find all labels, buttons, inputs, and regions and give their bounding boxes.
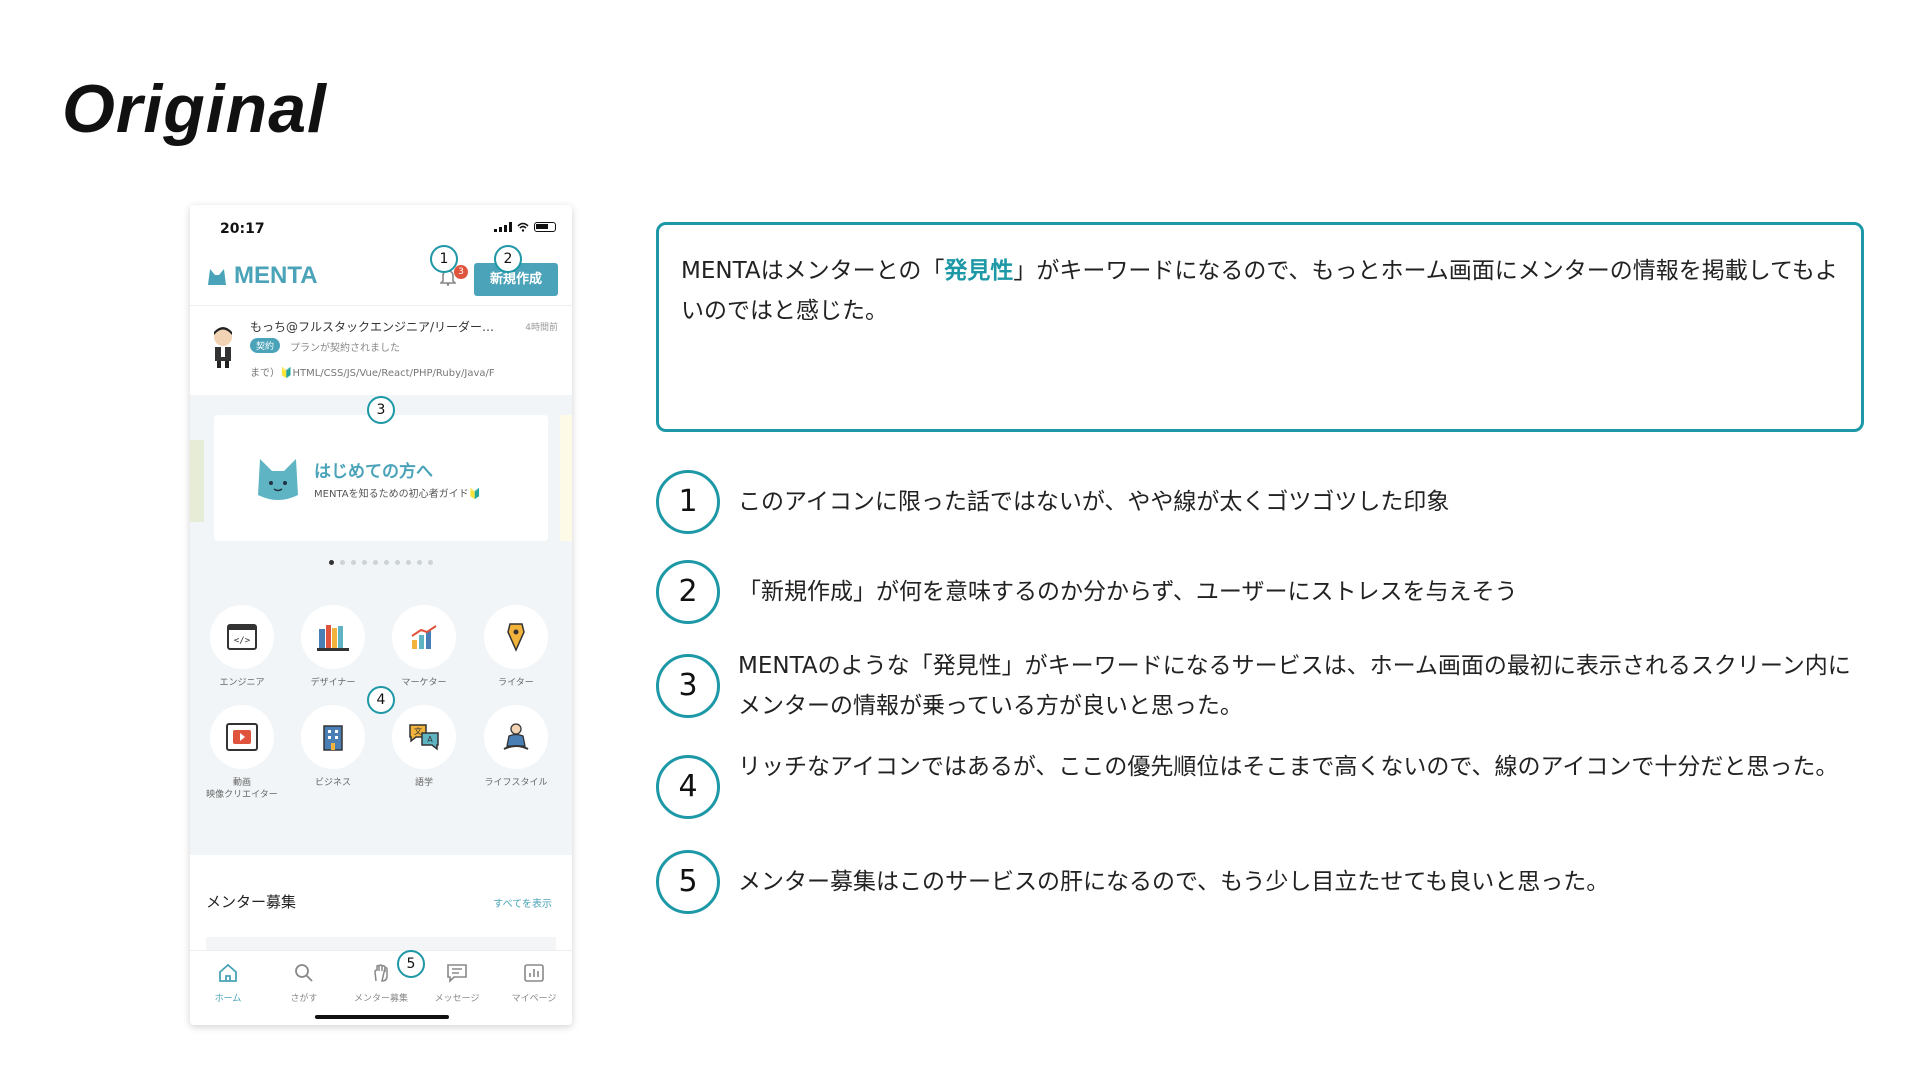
status-icons	[494, 222, 556, 232]
category-label: ビジネス	[314, 778, 351, 788]
tab-home[interactable]: ホーム	[190, 963, 266, 1004]
point-number: 4	[656, 755, 720, 819]
marker-4: 4	[367, 686, 395, 714]
svg-text:A: A	[427, 735, 433, 744]
marker-2: 2	[494, 245, 522, 273]
message-icon	[447, 964, 467, 983]
tab-message[interactable]: メッセージ	[419, 963, 495, 1004]
banner-title: はじめての方へ	[314, 462, 433, 482]
phone-screenshot: 20:17 MENTA 3 新規作成 もっち@フルスタックエンジニア/リーダー…	[190, 205, 572, 1025]
category-label: ライフスタイル	[484, 778, 548, 788]
status-bar: 20:17	[190, 205, 572, 245]
tab-search[interactable]: さがす	[266, 963, 342, 1004]
marker-5: 5	[397, 950, 425, 978]
point-text: メンター募集はこのサービスの肝になるので、もう少し目立たせても良いと思った。	[738, 869, 1610, 895]
building-icon	[323, 725, 343, 751]
notice-sender: もっち@フルスタックエンジニア/リーダー…	[250, 320, 495, 334]
point-text: MENTAのような「発見性」がキーワードになるサービスは、ホーム画面の最初に表示…	[738, 653, 1851, 719]
category-label: ライター	[498, 678, 534, 688]
wifi-icon	[517, 222, 529, 232]
category-designer[interactable]: デザイナー	[288, 605, 378, 689]
language-icon: 文A	[409, 724, 439, 751]
chart-icon	[524, 964, 544, 982]
category-language[interactable]: 文A 語学	[379, 705, 469, 789]
category-label: 動画 映像クリエイター	[206, 778, 278, 800]
category-label: マーケター	[401, 678, 447, 688]
category-lifestyle[interactable]: ライフスタイル	[471, 705, 561, 789]
tab-label: ホーム	[214, 994, 242, 1004]
slide-heading: Original	[62, 71, 327, 147]
contract-badge: 契約	[250, 338, 281, 353]
beginner-guide-banner[interactable]: はじめての方へ MENTAを知るための初心者ガイド🔰	[214, 415, 548, 541]
notification-badge: 3	[454, 265, 468, 279]
mentor-recruit-section: メンター募集 すべてを表示	[190, 855, 572, 955]
banner-prev-peek[interactable]	[190, 440, 204, 522]
home-indicator	[315, 1015, 449, 1019]
slide: Original 20:17 MENTA 3 新規作成 もっち@フルスタックエン…	[0, 0, 1920, 1080]
category-marketer[interactable]: マーケター	[379, 605, 469, 689]
svg-text:文: 文	[414, 726, 422, 736]
meditation-icon	[503, 723, 529, 750]
tab-label: メッセージ	[434, 994, 480, 1004]
point-number: 2	[656, 560, 720, 624]
point-text: 「新規作成」が何を意味するのか分からず、ユーザーにストレスを与えそう	[738, 579, 1518, 605]
category-label: エンジニア	[219, 678, 265, 688]
marker-1: 1	[430, 245, 458, 273]
video-icon	[226, 723, 258, 751]
logo-text: MENTA	[234, 262, 318, 289]
banner-subtitle: MENTAを知るための初心者ガイド🔰	[314, 489, 482, 500]
section-title: メンター募集	[206, 893, 297, 911]
point-number: 5	[656, 850, 720, 914]
point-number: 3	[656, 654, 720, 718]
marker-3: 3	[367, 396, 395, 424]
category-business[interactable]: ビジネス	[288, 705, 378, 789]
summary-box: MENTAはメンターとの「発見性」がキーワードになるので、もっとホーム画面にメン…	[656, 222, 1864, 432]
category-engineer[interactable]: </> エンジニア	[197, 605, 287, 689]
carousel-dots[interactable]	[190, 560, 572, 565]
code-icon: </>	[227, 624, 257, 650]
notice-message: プランが契約されました	[290, 343, 400, 354]
home-icon	[219, 963, 237, 982]
tab-label: さがす	[290, 994, 318, 1004]
hand-icon	[374, 964, 388, 982]
summary-text-before: MENTAはメンターとの「	[681, 258, 945, 284]
pen-icon	[507, 623, 525, 652]
tab-label: メンター募集	[353, 994, 408, 1004]
banner-next-peek[interactable]	[560, 415, 572, 541]
summary-highlight: 発見性	[944, 258, 1014, 284]
category-label: デザイナー	[310, 678, 356, 688]
battery-icon	[534, 222, 556, 232]
notification-item[interactable]: もっち@フルスタックエンジニア/リーダー… 4時間前 契約 プランが契約されまし…	[190, 305, 572, 395]
menta-logo[interactable]: MENTA	[206, 262, 318, 290]
notice-time: 4時間前	[525, 323, 558, 333]
point-number: 1	[656, 470, 720, 534]
chart-icon	[411, 625, 437, 649]
tab-mypage[interactable]: マイページ	[496, 963, 572, 1004]
notice-skills: まで）🔰HTML/CSS/JS/Vue/React/PHP/Ruby/Java/…	[250, 368, 495, 379]
avatar	[214, 327, 232, 368]
status-time: 20:17	[220, 221, 265, 237]
point-text: リッチなアイコンではあるが、ここの優先順位はそこまで高くないので、線のアイコンで…	[738, 754, 1839, 780]
svg-text:</>: </>	[234, 636, 251, 646]
signal-icon	[494, 222, 512, 232]
search-icon	[295, 964, 313, 982]
tab-label: マイページ	[511, 994, 557, 1004]
see-all-link[interactable]: すべてを表示	[493, 895, 552, 910]
category-writer[interactable]: ライター	[471, 605, 561, 689]
menta-cat-icon	[208, 269, 226, 285]
category-video[interactable]: 動画 映像クリエイター	[197, 705, 287, 801]
menta-cat-mascot-icon	[258, 459, 298, 500]
books-icon	[317, 625, 349, 651]
category-label: 語学	[414, 778, 433, 788]
point-text: このアイコンに限った話ではないが、やや線が太くゴツゴツした印象	[738, 489, 1450, 515]
bottom-tab-bar: ホーム さがす メンター募集 メッセージ マイページ	[190, 950, 572, 1025]
